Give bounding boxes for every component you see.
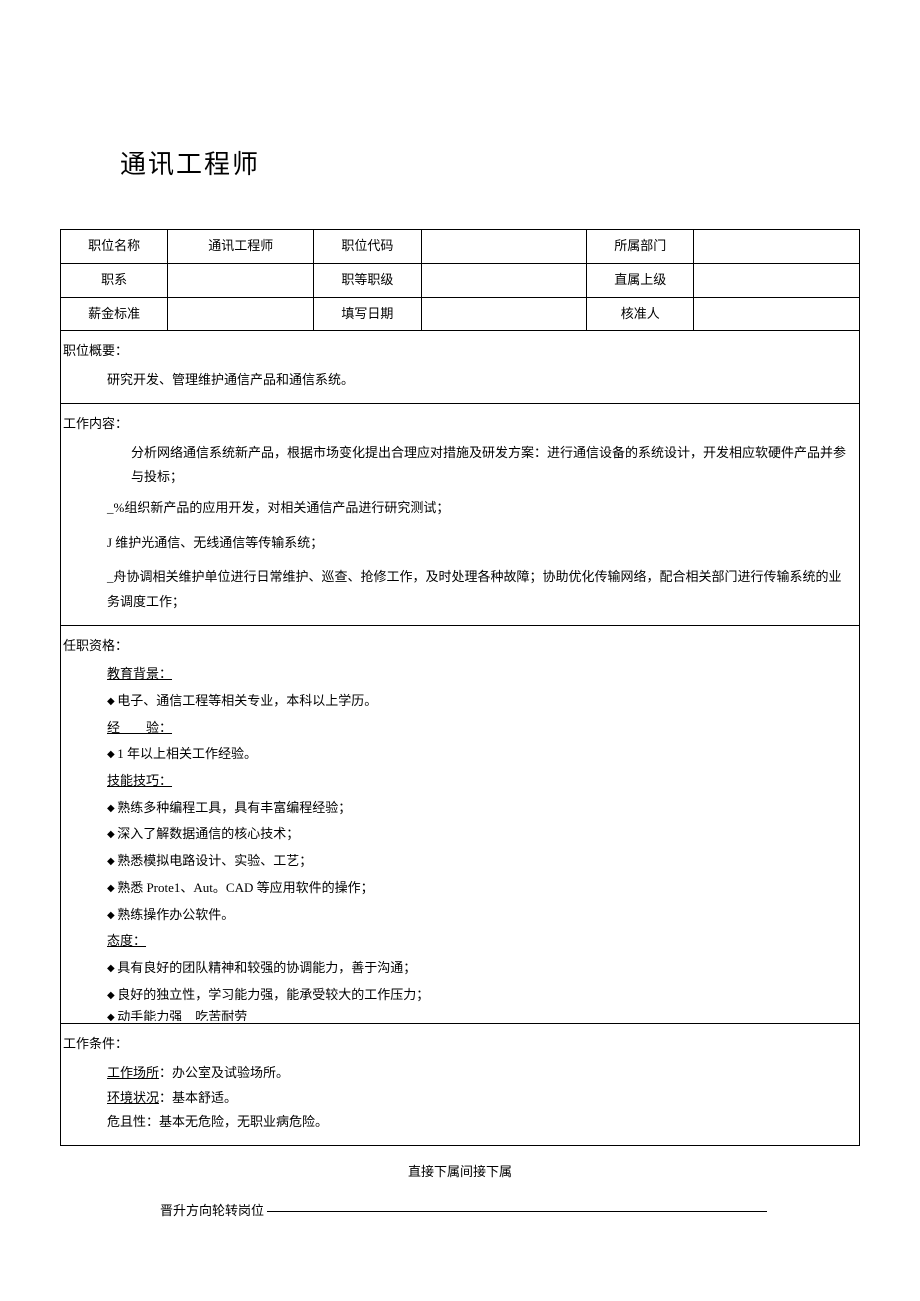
- skill-item: 熟悉模拟电路设计、实验、工艺；: [71, 849, 849, 874]
- section-qualifications: 任职资格： 教育背景： 电子、通信工程等相关专业，本科以上学历。 经 验： 1 …: [60, 626, 860, 1025]
- exp-head: 经 验：: [71, 716, 849, 741]
- cell-position-code-value: [421, 230, 587, 264]
- footer-promotion: 晋升方向轮转岗位: [60, 1199, 860, 1224]
- page-title: 通讯工程师: [120, 140, 860, 189]
- skill-item: 熟练操作办公软件。: [71, 903, 849, 928]
- cell-position-name-value: 通讯工程师: [168, 230, 314, 264]
- attitude-head: 态度：: [71, 929, 849, 954]
- footer-subordinates: 直接下属间接下属: [60, 1160, 860, 1185]
- edu-item: 电子、通信工程等相关专业，本科以上学历。: [71, 689, 849, 714]
- edu-head: 教育背景：: [71, 662, 849, 687]
- section-content: 工作内容： 分析网络通信系统新产品，根据市场变化提出合理应对措施及研发方案：进行…: [60, 404, 860, 626]
- promotion-label: 晋升方向轮转岗位: [160, 1203, 264, 1218]
- skill-item: 熟练多种编程工具，具有丰富编程经验；: [71, 796, 849, 821]
- cell-salary-label: 薪金标准: [61, 297, 168, 331]
- cell-series-value: [168, 264, 314, 298]
- workplace-text: 办公室及试验场所。: [172, 1065, 289, 1080]
- cell-position-name-label: 职位名称: [61, 230, 168, 264]
- sep: ：: [159, 1090, 172, 1105]
- skill-item: 深入了解数据通信的核心技术；: [71, 822, 849, 847]
- cell-series-label: 职系: [61, 264, 168, 298]
- content-item: J 维护光通信、无线通信等传输系统；: [71, 531, 849, 556]
- workplace-line: 工作场所：办公室及试验场所。: [71, 1061, 849, 1086]
- cell-rank-value: [421, 264, 587, 298]
- conditions-label: 工作条件：: [63, 1032, 849, 1057]
- exp-item: 1 年以上相关工作经验。: [71, 742, 849, 767]
- overview-text: 研究开发、管理维护通信产品和通信系统。: [71, 368, 849, 393]
- skill-head: 技能技巧：: [71, 769, 849, 794]
- attitude-item-truncated: 动手能力强 吃苦耐劳: [71, 1009, 849, 1021]
- env-line: 环境状况：基本舒适。: [71, 1086, 849, 1111]
- cell-approver-value: [694, 297, 860, 331]
- cell-rank-label: 职等职级: [314, 264, 421, 298]
- content-item: _%组织新产品的应用开发，对相关通信产品进行研究测试；: [71, 496, 849, 521]
- cell-department-label: 所属部门: [587, 230, 694, 264]
- sep: ：: [146, 1114, 159, 1129]
- risk-head: 危且性: [107, 1114, 146, 1129]
- risk-text: 基本无危险，无职业病危险。: [159, 1114, 328, 1129]
- risk-line: 危且性：基本无危险，无职业病危险。: [71, 1110, 849, 1135]
- env-text: 基本舒适。: [172, 1090, 237, 1105]
- attitude-item: 良好的独立性，学习能力强，能承受较大的工作压力；: [71, 983, 849, 1008]
- table-row: 职系 职等职级 直属上级: [61, 264, 860, 298]
- cell-supervisor-value: [694, 264, 860, 298]
- env-head: 环境状况: [107, 1090, 159, 1105]
- sep: ：: [159, 1065, 172, 1080]
- workplace-head: 工作场所: [107, 1065, 159, 1080]
- cell-approver-label: 核准人: [587, 297, 694, 331]
- table-row: 职位名称 通讯工程师 职位代码 所属部门: [61, 230, 860, 264]
- section-conditions: 工作条件： 工作场所：办公室及试验场所。 环境状况：基本舒适。 危且性：基本无危…: [60, 1024, 860, 1146]
- overview-label: 职位概要：: [63, 339, 849, 364]
- cell-salary-value: [168, 297, 314, 331]
- header-table: 职位名称 通讯工程师 职位代码 所属部门 职系 职等职级 直属上级 薪金标准 填…: [60, 229, 860, 331]
- content-item: _舟协调相关维护单位进行日常维护、巡查、抢修工作，及时处理各种故障；协助优化传输…: [71, 565, 849, 614]
- cell-date-label: 填写日期: [314, 297, 421, 331]
- qualifications-label: 任职资格：: [63, 634, 849, 659]
- content-label: 工作内容：: [63, 412, 849, 437]
- cell-department-value: [694, 230, 860, 264]
- blank-underline: [267, 1211, 767, 1212]
- cell-date-value: [421, 297, 587, 331]
- content-item: 分析网络通信系统新产品，根据市场变化提出合理应对措施及研发方案：进行通信设备的系…: [71, 441, 849, 490]
- skill-item: 熟悉 Prote1、Aut。CAD 等应用软件的操作；: [71, 876, 849, 901]
- attitude-item: 具有良好的团队精神和较强的协调能力，善于沟通；: [71, 956, 849, 981]
- cell-supervisor-label: 直属上级: [587, 264, 694, 298]
- cell-position-code-label: 职位代码: [314, 230, 421, 264]
- section-overview: 职位概要： 研究开发、管理维护通信产品和通信系统。: [60, 331, 860, 403]
- table-row: 薪金标准 填写日期 核准人: [61, 297, 860, 331]
